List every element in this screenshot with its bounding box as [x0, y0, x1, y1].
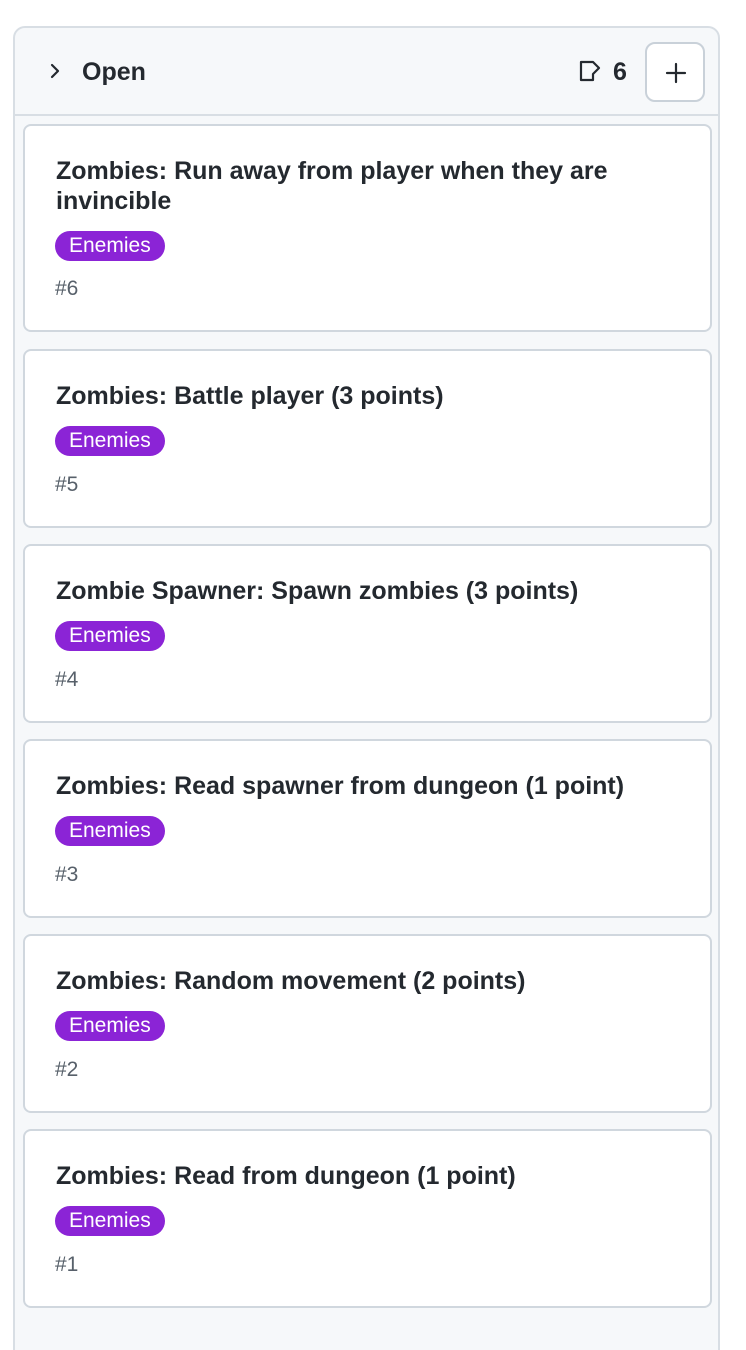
issue-title[interactable]: Zombies: Battle player (3 points)	[56, 381, 676, 411]
issue-card[interactable]: Zombies: Run away from player when they …	[23, 124, 712, 332]
issue-number: #6	[55, 277, 79, 300]
column-header: Open 6	[15, 28, 718, 116]
label-badge[interactable]: Enemies	[55, 1011, 165, 1041]
issue-card[interactable]: Zombies: Read from dungeon (1 point) Ene…	[23, 1129, 712, 1308]
issue-number: #4	[55, 668, 79, 691]
issue-card[interactable]: Zombies: Battle player (3 points) Enemie…	[23, 349, 712, 528]
card-count: 6	[613, 58, 627, 86]
issue-title[interactable]: Zombies: Read from dungeon (1 point)	[56, 1161, 676, 1191]
issue-card[interactable]: Zombies: Read spawner from dungeon (1 po…	[23, 739, 712, 918]
issue-title[interactable]: Zombies: Read spawner from dungeon (1 po…	[56, 771, 676, 801]
issue-card[interactable]: Zombies: Random movement (2 points) Enem…	[23, 934, 712, 1113]
label-badge[interactable]: Enemies	[55, 621, 165, 651]
label-badge[interactable]: Enemies	[55, 426, 165, 456]
label-badge[interactable]: Enemies	[55, 231, 165, 261]
issue-number: #2	[55, 1058, 79, 1081]
label-badge[interactable]: Enemies	[55, 1206, 165, 1236]
issue-number: #5	[55, 473, 79, 496]
plus-icon	[665, 62, 687, 84]
board-column: Open 6 Zombies: Run away from player whe…	[13, 26, 720, 1350]
issue-number: #3	[55, 863, 79, 886]
issue-card[interactable]: Zombie Spawner: Spawn zombies (3 points)…	[23, 544, 712, 723]
issue-title[interactable]: Zombies: Random movement (2 points)	[56, 966, 676, 996]
issue-number: #1	[55, 1253, 79, 1276]
issue-title[interactable]: Zombie Spawner: Spawn zombies (3 points)	[56, 576, 676, 606]
chevron-right-icon[interactable]	[45, 59, 65, 83]
card-icon	[578, 59, 606, 83]
column-title: Open	[82, 58, 146, 86]
label-badge[interactable]: Enemies	[55, 816, 165, 846]
add-item-button[interactable]	[645, 42, 705, 102]
issue-title[interactable]: Zombies: Run away from player when they …	[56, 156, 676, 216]
